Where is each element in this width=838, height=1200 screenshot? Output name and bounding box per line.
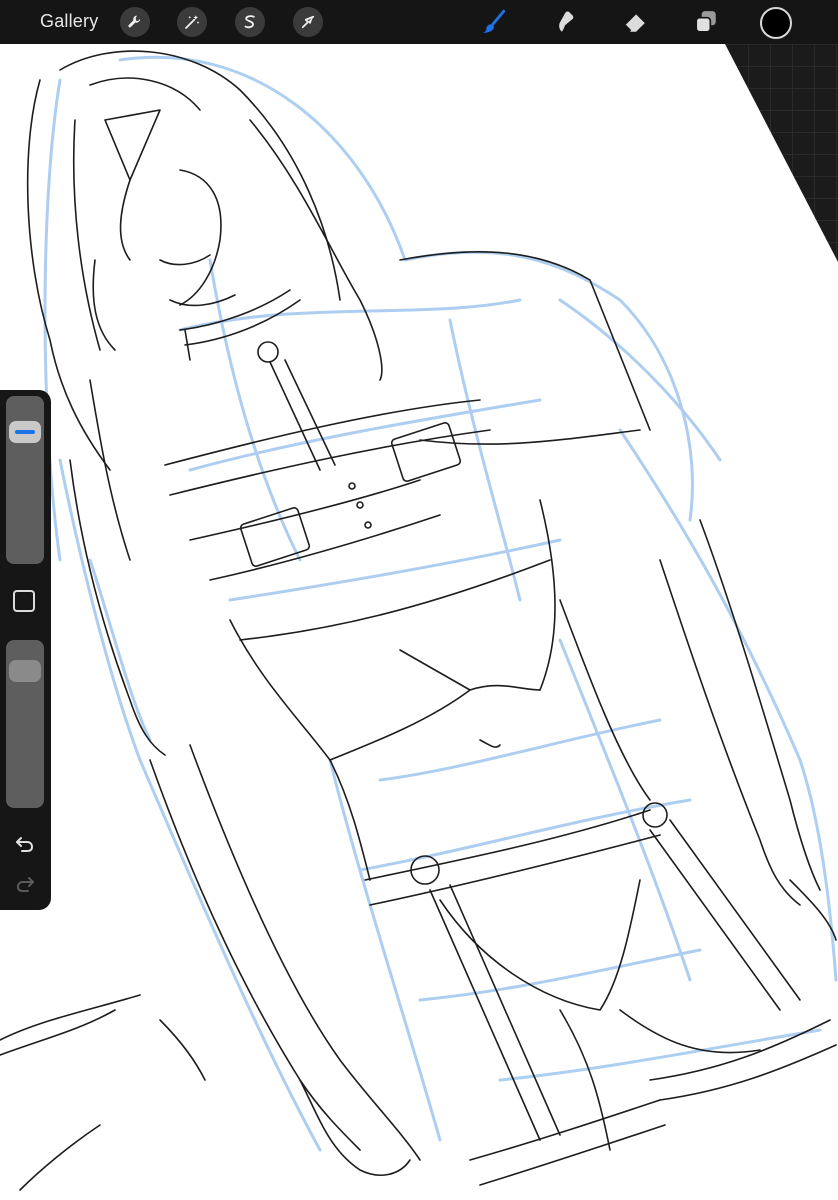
left-sidebar	[0, 390, 51, 910]
opacity-thumb[interactable]	[9, 659, 41, 682]
magic-wand-icon	[185, 15, 200, 29]
actions-button[interactable]	[120, 7, 150, 37]
color-swatch[interactable]	[760, 7, 792, 39]
wrench-icon	[128, 15, 141, 28]
brush-icon	[483, 9, 506, 33]
layers-icon	[695, 11, 716, 33]
layers-button[interactable]	[690, 6, 722, 38]
adjustments-button[interactable]	[177, 7, 207, 37]
redo-button[interactable]	[12, 871, 38, 897]
opacity-slider[interactable]	[6, 640, 44, 808]
brush-size-slider[interactable]	[6, 396, 44, 564]
transform-button[interactable]	[293, 7, 323, 37]
top-toolbar: Gallery	[0, 0, 838, 44]
gallery-button[interactable]: Gallery	[40, 11, 98, 32]
drawing-canvas[interactable]	[0, 0, 838, 1200]
brush-size-thumb[interactable]	[9, 421, 41, 444]
brush-button[interactable]	[478, 6, 510, 38]
redo-icon	[16, 877, 34, 892]
undo-button[interactable]	[12, 831, 38, 857]
canvas-paper	[0, 44, 838, 1200]
modify-button[interactable]	[13, 590, 35, 612]
undo-icon	[16, 837, 34, 852]
selection-button[interactable]	[235, 7, 265, 37]
eraser-button[interactable]	[619, 6, 651, 38]
smudge-button[interactable]	[549, 6, 581, 38]
transform-arrow-icon	[301, 15, 315, 29]
selection-icon	[244, 15, 255, 29]
smudge-icon	[559, 11, 574, 32]
eraser-icon	[624, 14, 645, 32]
